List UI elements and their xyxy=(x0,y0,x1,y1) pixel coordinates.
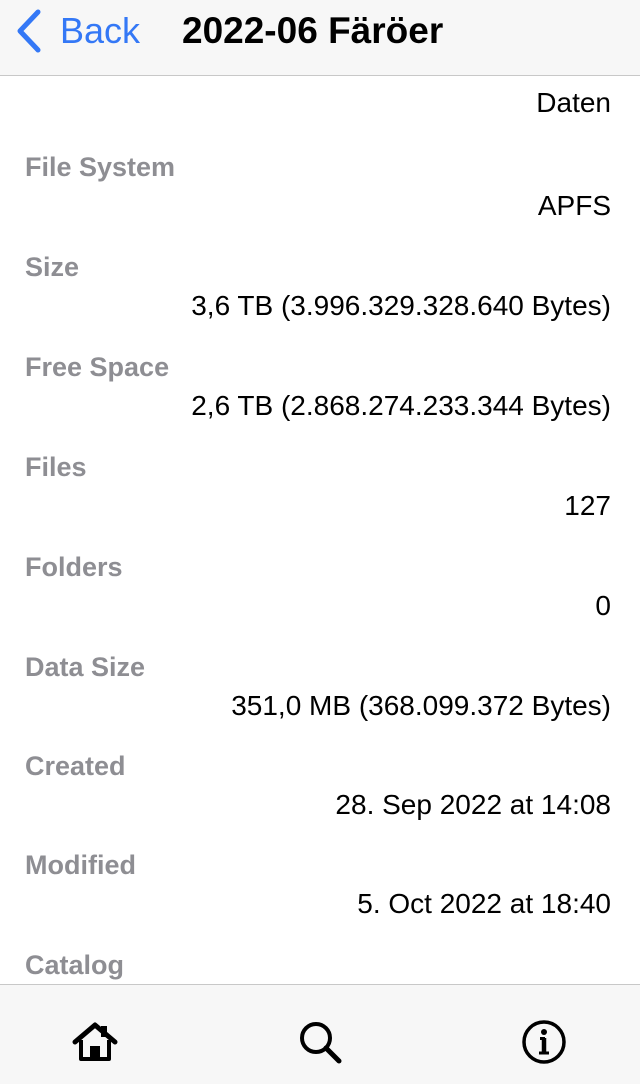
row-label: Catalog xyxy=(25,950,125,980)
row-value: 5. Oct 2022 at 18:40 xyxy=(357,888,611,919)
page-title: 2022-06 Färöer xyxy=(182,10,444,51)
row-value: 0 xyxy=(595,590,611,621)
row-value: 3,6 TB (3.996.329.328.640 Bytes) xyxy=(191,290,611,321)
tab-info[interactable] xyxy=(520,1018,568,1066)
row-value: 2,6 TB (2.868.274.233.344 Bytes) xyxy=(191,390,611,421)
navigation-bar: Back 2022-06 Färöer xyxy=(0,0,640,76)
row-label: Size xyxy=(25,252,80,282)
home-icon xyxy=(72,1022,118,1061)
back-button[interactable]: Back xyxy=(16,8,140,54)
row-label: Modified xyxy=(25,850,136,880)
tab-bar xyxy=(0,984,640,1084)
row-value: 28. Sep 2022 at 14:08 xyxy=(335,789,611,820)
info-row-catalog: Catalog xyxy=(0,950,640,984)
info-row-files: Files 127 xyxy=(0,452,640,552)
volume-name-value: Daten xyxy=(536,87,611,118)
info-row-data-size: Data Size 351,0 MB (368.099.372 Bytes) xyxy=(0,652,640,752)
tab-search[interactable] xyxy=(296,1018,344,1066)
row-value: 351,0 MB (368.099.372 Bytes) xyxy=(231,690,611,721)
info-row-file-system: File System APFS xyxy=(0,152,640,252)
search-icon xyxy=(300,1022,342,1064)
info-row-modified: Modified 5. Oct 2022 at 18:40 xyxy=(0,850,640,950)
volume-info-list[interactable]: Daten File System APFS Size 3,6 TB (3.99… xyxy=(0,77,640,984)
tab-home[interactable] xyxy=(71,1018,119,1066)
row-label: Files xyxy=(25,452,87,482)
info-row-free-space: Free Space 2,6 TB (2.868.274.233.344 Byt… xyxy=(0,352,640,452)
row-label: Data Size xyxy=(25,652,146,682)
info-row-size: Size 3,6 TB (3.996.329.328.640 Bytes) xyxy=(0,252,640,352)
row-label: Created xyxy=(25,751,126,781)
row-label: Free Space xyxy=(25,352,170,382)
info-icon xyxy=(522,1020,566,1064)
row-value: 127 xyxy=(564,490,611,521)
info-row-folders: Folders 0 xyxy=(0,552,640,652)
row-label: File System xyxy=(25,152,176,182)
info-row-created: Created 28. Sep 2022 at 14:08 xyxy=(0,751,640,851)
row-value: APFS xyxy=(537,190,611,221)
chevron-left-icon xyxy=(17,9,41,53)
row-label: Folders xyxy=(25,552,123,582)
back-button-label: Back xyxy=(60,10,141,51)
